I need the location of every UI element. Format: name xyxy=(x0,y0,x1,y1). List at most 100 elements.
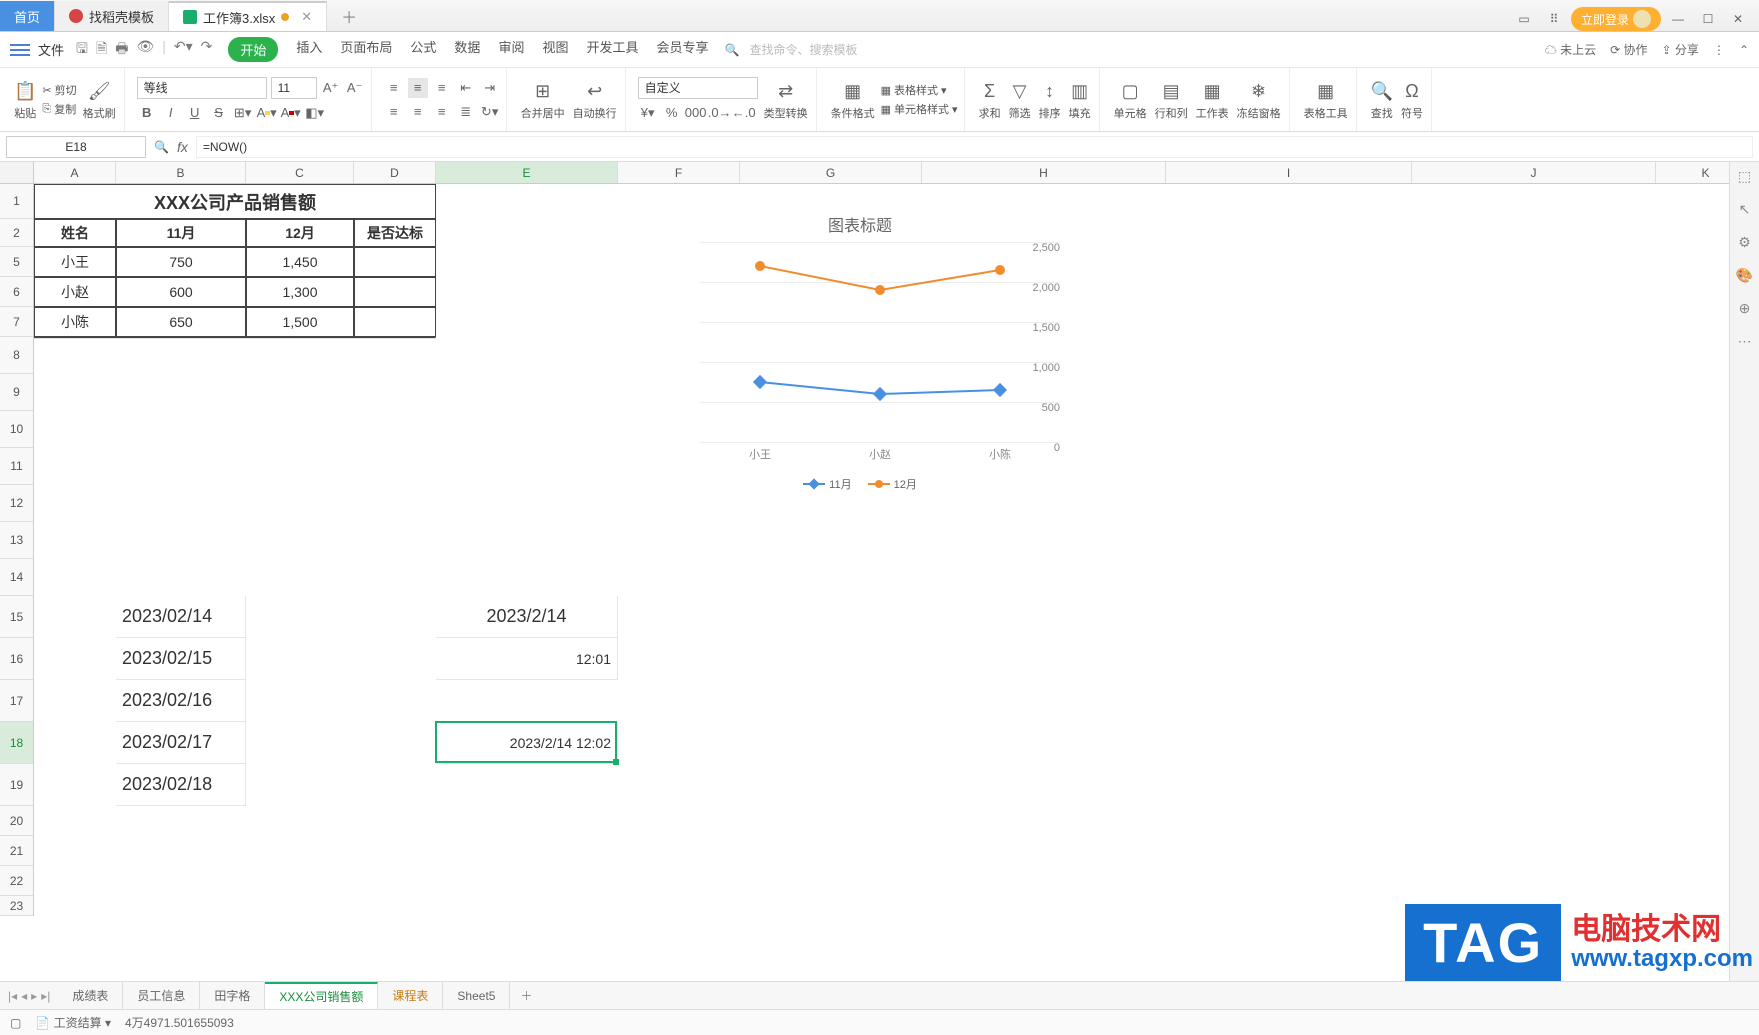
font-grow-icon[interactable]: A⁺ xyxy=(321,78,341,98)
strike-icon[interactable]: S xyxy=(209,103,229,123)
row-header-6[interactable]: 6 xyxy=(0,277,33,307)
rowcol-button[interactable]: ▤行和列 xyxy=(1153,79,1190,121)
col-header-F[interactable]: F xyxy=(618,162,740,183)
border-icon[interactable]: ⊞▾ xyxy=(233,103,253,123)
row-header-7[interactable]: 7 xyxy=(0,307,33,337)
cell-style-button[interactable]: ▦ 单元格样式▾ xyxy=(881,101,958,117)
sheet-tab-3[interactable]: XXX公司销售额 xyxy=(265,982,378,1009)
side-style-icon[interactable]: 🎨 xyxy=(1736,267,1753,284)
align-top-icon[interactable]: ≡ xyxy=(384,78,404,98)
cell-A1[interactable]: XXX公司产品销售额 xyxy=(34,184,436,219)
find-button[interactable]: 🔍查找 xyxy=(1369,79,1395,121)
col-header-E[interactable]: E xyxy=(436,162,618,183)
tab-formula[interactable]: 公式 xyxy=(410,37,436,62)
cell-A6[interactable]: 小赵 xyxy=(34,277,116,307)
clear-format-icon[interactable]: ◧▾ xyxy=(305,103,325,123)
wrap-text-button[interactable]: ↩自动换行 xyxy=(571,79,619,121)
side-backup-icon[interactable]: ⊕ xyxy=(1739,300,1751,317)
name-box[interactable]: E18 xyxy=(6,136,146,158)
freeze-button[interactable]: ❄冻结窗格 xyxy=(1235,79,1283,121)
minimize-icon[interactable]: — xyxy=(1665,9,1691,29)
cell-C7[interactable]: 1,500 xyxy=(246,307,354,337)
cloud-button[interactable]: ☁ 未上云 xyxy=(1545,41,1596,58)
row-header-13[interactable]: 13 xyxy=(0,522,33,559)
row-header-17[interactable]: 17 xyxy=(0,680,33,722)
sheet-tab-4[interactable]: 课程表 xyxy=(378,982,443,1009)
side-cursor-icon[interactable]: ↖ xyxy=(1739,201,1751,218)
file-menu[interactable]: 文件 xyxy=(38,40,64,59)
table-style-button[interactable]: ▦ 表格样式▾ xyxy=(881,82,958,98)
indent-dec-icon[interactable]: ⇤ xyxy=(456,78,476,98)
column-headers[interactable]: ABCDEFGHIJK xyxy=(34,162,1729,184)
row-header-20[interactable]: 20 xyxy=(0,806,33,836)
col-header-I[interactable]: I xyxy=(1166,162,1412,183)
cell-C2[interactable]: 12月 xyxy=(246,219,354,247)
row-header-10[interactable]: 10 xyxy=(0,411,33,448)
row-header-19[interactable]: 19 xyxy=(0,764,33,806)
dec-dec-icon[interactable]: ←.0 xyxy=(734,103,754,123)
sheet-nav[interactable]: |◂◂▸▸| xyxy=(0,989,58,1003)
close-tab-icon[interactable]: ✕ xyxy=(301,9,312,25)
function-wizard-icon[interactable]: 🔍 xyxy=(154,140,169,154)
cell-C5[interactable]: 1,450 xyxy=(246,247,354,277)
percent-icon[interactable]: % xyxy=(662,103,682,123)
indent-inc-icon[interactable]: ⇥ xyxy=(480,78,500,98)
add-sheet-button[interactable]: ＋ xyxy=(510,987,542,1004)
sheet-tab-5[interactable]: Sheet5 xyxy=(443,982,510,1009)
symbol-button[interactable]: Ω符号 xyxy=(1399,79,1425,121)
templates-tab[interactable]: 找稻壳模板 xyxy=(55,1,169,31)
align-right-icon[interactable]: ≡ xyxy=(432,102,452,122)
filter-button[interactable]: ▽筛选 xyxy=(1007,79,1033,121)
side-select-icon[interactable]: ⬚ xyxy=(1738,168,1751,185)
save-as-icon[interactable]: 🗎 xyxy=(96,38,107,62)
workbook-tab[interactable]: 工作簿3.xlsx ✕ xyxy=(169,1,327,31)
sheet-tab-2[interactable]: 田字格 xyxy=(200,982,265,1009)
new-tab-button[interactable]: ＋ xyxy=(327,1,371,31)
tab-start[interactable]: 开始 xyxy=(228,37,278,62)
cell-D5[interactable] xyxy=(354,247,436,277)
row-header-9[interactable]: 9 xyxy=(0,374,33,411)
type-convert-button[interactable]: ⇄类型转换 xyxy=(762,79,810,121)
more-icon[interactable]: ⋮ xyxy=(1713,43,1725,57)
row-header-2[interactable]: 2 xyxy=(0,219,33,247)
row-header-22[interactable]: 22 xyxy=(0,866,33,896)
bold-icon[interactable]: B xyxy=(137,103,157,123)
sort-button[interactable]: ↕排序 xyxy=(1037,79,1063,121)
cut-button[interactable]: ✂ 剪切 xyxy=(42,82,76,98)
orientation-icon[interactable]: ↻▾ xyxy=(480,102,500,122)
fx-icon[interactable]: fx xyxy=(177,139,188,155)
row-header-14[interactable]: 14 xyxy=(0,559,33,596)
collapse-ribbon-icon[interactable]: ⌃ xyxy=(1739,43,1749,57)
search-area[interactable]: 🔍 查找命令、搜索模板 xyxy=(725,41,858,58)
tab-layout[interactable]: 页面布局 xyxy=(340,37,392,62)
align-bottom-icon[interactable]: ≡ xyxy=(432,78,452,98)
side-more-icon[interactable]: ⋯ xyxy=(1738,333,1752,350)
font-name-select[interactable]: 等线 xyxy=(137,77,267,99)
col-header-A[interactable]: A xyxy=(34,162,116,183)
worksheet-grid[interactable]: ABCDEFGHIJK 1256789101112131415161718192… xyxy=(0,162,1729,981)
font-shrink-icon[interactable]: A⁻ xyxy=(345,78,365,98)
undo-icon[interactable]: ↶▾ xyxy=(174,38,193,62)
share-button[interactable]: ⇪ 分享 xyxy=(1662,41,1699,58)
cell-B5[interactable]: 750 xyxy=(116,247,246,277)
cell-B16[interactable]: 2023/02/15 xyxy=(116,638,246,680)
layout-mode-icon[interactable]: ▭ xyxy=(1511,9,1537,29)
row-header-11[interactable]: 11 xyxy=(0,448,33,485)
row-header-23[interactable]: 23 xyxy=(0,896,33,916)
col-header-D[interactable]: D xyxy=(354,162,436,183)
sum-button[interactable]: Σ求和 xyxy=(977,79,1003,121)
tab-data[interactable]: 数据 xyxy=(454,37,480,62)
cell-B19[interactable]: 2023/02/18 xyxy=(116,764,246,806)
redo-icon[interactable]: ↷ xyxy=(201,38,213,62)
login-button[interactable]: 立即登录 xyxy=(1571,7,1661,31)
cell-D7[interactable] xyxy=(354,307,436,337)
sheet-tab-0[interactable]: 成绩表 xyxy=(58,982,123,1009)
cell-A7[interactable]: 小陈 xyxy=(34,307,116,337)
copy-button[interactable]: ⎘ 复制 xyxy=(42,101,76,117)
comma-icon[interactable]: 000 xyxy=(686,103,706,123)
cell-E18[interactable]: 2023/2/14 12:02 xyxy=(436,722,618,764)
apps-icon[interactable]: ⠿ xyxy=(1541,9,1567,29)
currency-icon[interactable]: ¥▾ xyxy=(638,103,658,123)
row-header-8[interactable]: 8 xyxy=(0,337,33,374)
col-header-J[interactable]: J xyxy=(1412,162,1656,183)
